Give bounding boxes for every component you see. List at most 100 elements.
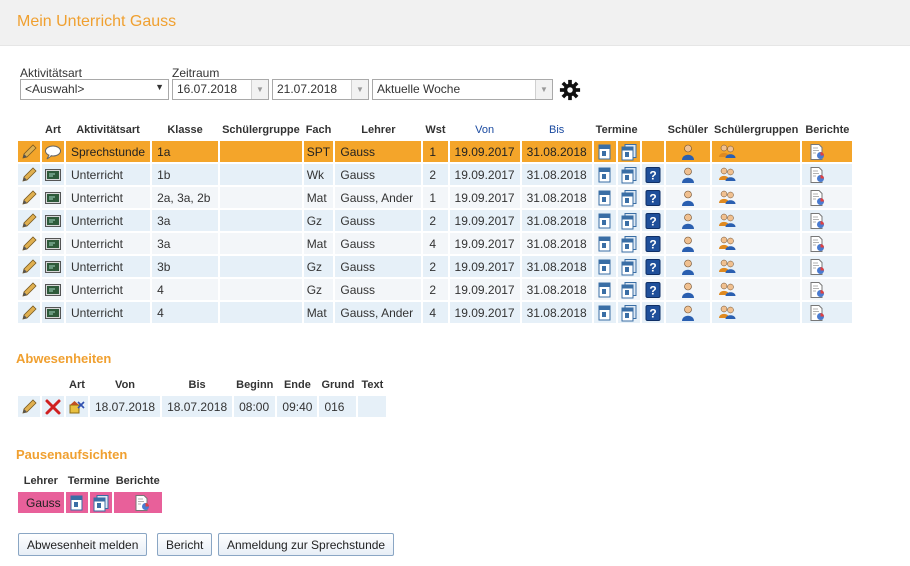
students-cell[interactable] [665,187,711,208]
help-icon[interactable] [644,235,662,253]
students-cell[interactable] [665,279,711,300]
date-from-dropdown-icon[interactable]: ▼ [251,80,268,99]
students-cell[interactable] [665,302,711,323]
pencil-icon-cell[interactable] [18,210,40,231]
report-icon[interactable] [808,212,826,230]
break-calendar-multi-cell[interactable] [89,492,112,513]
calendar-icon[interactable] [596,304,614,322]
student-group-icon[interactable] [718,304,736,322]
calendar-multi-icon[interactable] [620,235,638,253]
report-icon[interactable] [808,189,826,207]
reports-cell[interactable] [802,279,853,300]
period-select[interactable]: Aktuelle Woche ▼ [372,79,553,100]
help-icon-cell[interactable] [641,164,664,185]
help-icon[interactable] [644,281,662,299]
student-icon[interactable] [679,166,697,184]
lesson-row[interactable]: Unterricht 3a Gz Gauss 2 19.09.2017 31.08.2018 [18,210,853,231]
date-to-field[interactable]: 21.07.2018 ▼ [272,79,369,100]
calendar-icon-cell[interactable] [593,141,616,162]
lesson-row[interactable]: Unterricht 1b Wk Gauss 2 19.09.2017 31.08.2018 [18,164,853,185]
student-groups-cell[interactable] [712,256,801,277]
calendar-icon[interactable] [596,212,614,230]
calendar-multi-icon-cell[interactable] [617,279,640,300]
report-icon[interactable] [808,281,826,299]
student-groups-cell[interactable] [712,279,801,300]
help-icon-cell[interactable] [641,279,664,300]
help-icon[interactable] [644,212,662,230]
calendar-multi-icon-cell[interactable] [617,210,640,231]
date-to-dropdown-icon[interactable]: ▼ [351,80,368,99]
reports-cell[interactable] [802,302,853,323]
student-groups-cell[interactable] [712,141,801,162]
help-icon-cell[interactable] [641,233,664,254]
reports-cell[interactable] [802,164,853,185]
report-icon[interactable] [808,143,826,161]
students-cell[interactable] [665,141,711,162]
reports-cell[interactable] [802,233,853,254]
break-report-cell[interactable] [113,492,162,513]
period-dropdown-icon[interactable]: ▼ [535,80,552,99]
report-icon[interactable] [808,258,826,276]
report-button[interactable]: Bericht [157,533,213,556]
students-cell[interactable] [665,256,711,277]
calendar-multi-icon-cell[interactable] [617,233,640,254]
report-icon[interactable] [808,235,826,253]
student-icon[interactable] [679,212,697,230]
calendar-multi-icon[interactable] [620,258,638,276]
students-cell[interactable] [665,164,711,185]
break-row[interactable]: Gauss [18,492,162,513]
student-group-icon[interactable] [718,258,736,276]
calendar-multi-icon-cell[interactable] [617,302,640,323]
pencil-icon-cell[interactable] [18,302,40,323]
col-bis-sort-link[interactable]: Bis [522,121,592,139]
student-group-icon[interactable] [718,212,736,230]
calendar-icon-cell[interactable] [593,302,616,323]
calendar-multi-icon[interactable] [620,281,638,299]
calendar-icon[interactable] [596,143,614,161]
pencil-icon[interactable] [20,281,38,299]
calendar-icon-cell[interactable] [593,233,616,254]
student-icon[interactable] [679,304,697,322]
calendar-multi-icon[interactable] [620,212,638,230]
student-groups-cell[interactable] [712,233,801,254]
pencil-icon-cell[interactable] [18,141,40,162]
student-icon[interactable] [679,189,697,207]
pencil-icon[interactable] [20,398,38,416]
student-group-icon[interactable] [718,189,736,207]
pencil-icon[interactable] [20,189,38,207]
calendar-icon[interactable] [596,166,614,184]
lesson-row[interactable]: Sprechstunde 1a SPT Gauss 1 19.09.2017 31.08.2… [18,141,853,162]
calendar-icon-cell[interactable] [593,187,616,208]
calendar-icon[interactable] [596,281,614,299]
student-group-icon[interactable] [718,166,736,184]
calendar-multi-icon[interactable] [620,304,638,322]
lesson-row[interactable]: Unterricht 3b Gz Gauss 2 19.09.2017 31.08.2018 [18,256,853,277]
pencil-icon[interactable] [20,212,38,230]
student-groups-cell[interactable] [712,210,801,231]
pencil-icon[interactable] [20,304,38,322]
student-icon[interactable] [679,143,697,161]
lesson-row[interactable]: Unterricht 3a Mat Gauss 4 19.09.2017 31.08.201… [18,233,853,254]
calendar-multi-icon-cell[interactable] [617,141,640,162]
calendar-icon-cell[interactable] [593,279,616,300]
student-icon[interactable] [679,235,697,253]
students-cell[interactable] [665,233,711,254]
student-groups-cell[interactable] [712,164,801,185]
calendar-multi-icon-cell[interactable] [617,256,640,277]
consultation-signup-button[interactable]: Anmeldung zur Sprechstunde [218,533,395,556]
absence-row[interactable]: 18.07.2018 18.07.2018 08:00 09:40 016 [18,396,387,417]
help-icon-cell[interactable] [641,302,664,323]
pencil-icon-cell[interactable] [18,279,40,300]
calendar-multi-icon-cell[interactable] [617,164,640,185]
calendar-multi-icon[interactable] [92,494,110,512]
calendar-icon[interactable] [596,235,614,253]
student-group-icon[interactable] [718,143,736,161]
pencil-icon-cell[interactable] [18,233,40,254]
reports-cell[interactable] [802,141,853,162]
lesson-row[interactable]: Unterricht 2a, 3a, 2b Mat Gauss, Ander 1 19.0… [18,187,853,208]
help-icon[interactable] [644,166,662,184]
student-groups-cell[interactable] [712,302,801,323]
help-icon[interactable] [644,304,662,322]
calendar-icon[interactable] [68,494,86,512]
reports-cell[interactable] [802,187,853,208]
